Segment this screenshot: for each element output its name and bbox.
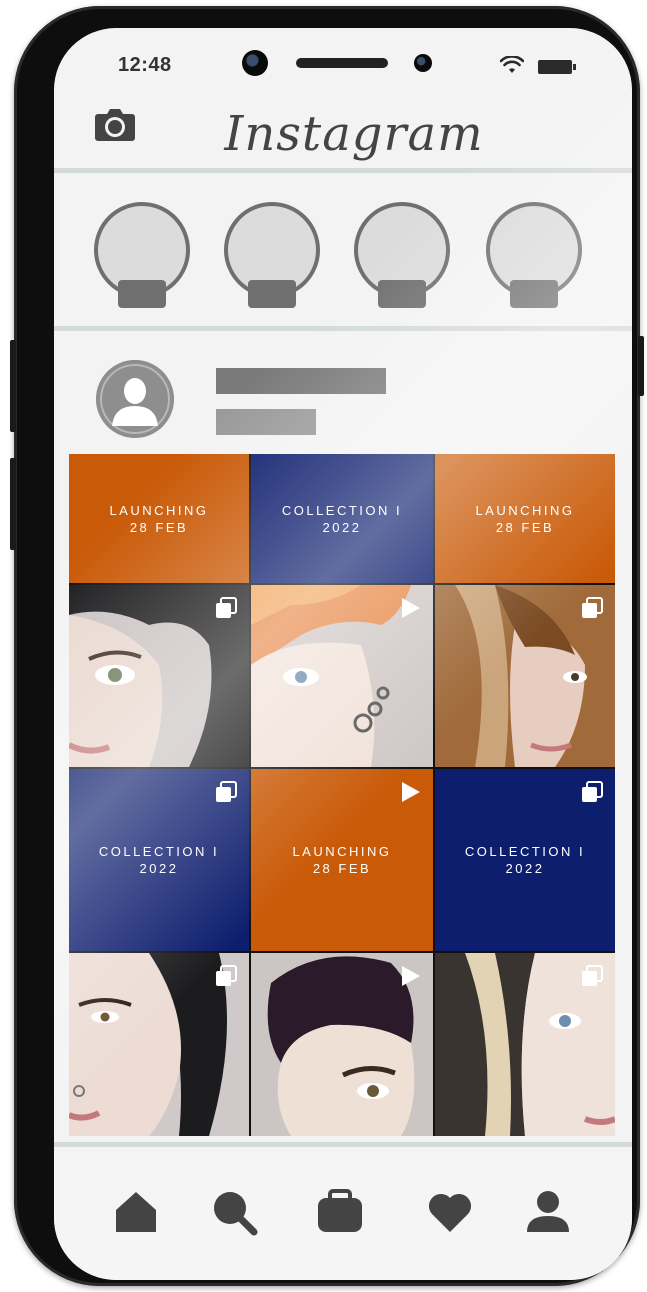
carousel-icon (216, 597, 237, 618)
bottom-nav (54, 1152, 632, 1280)
story-item[interactable] (354, 202, 450, 308)
wifi-icon (500, 56, 524, 73)
play-icon (402, 782, 420, 802)
nav-divider (54, 1142, 632, 1147)
grid-post-photo[interactable] (435, 953, 615, 1136)
play-icon (402, 598, 420, 618)
post-caption: COLLECTION I 2022 (464, 844, 586, 876)
search-icon[interactable] (210, 1188, 258, 1236)
phone-frame: 12:48 Instagram LAUNCHING 28 FEB COLLECT… (10, 6, 644, 1286)
story-label (378, 280, 426, 308)
post-caption: LAUNCHING 28 FEB (292, 844, 392, 876)
front-camera-icon (242, 50, 268, 76)
profile-name-placeholder (216, 368, 386, 394)
grid-post-photo[interactable] (251, 585, 433, 767)
battery-icon (538, 60, 576, 74)
story-item[interactable] (486, 202, 582, 308)
grid-post[interactable]: COLLECTION I 2022 (251, 454, 433, 583)
story-label (510, 280, 558, 308)
profile-icon[interactable] (524, 1188, 572, 1236)
profile-avatar[interactable] (96, 360, 174, 438)
instagram-logo: Instagram (224, 106, 484, 162)
home-icon[interactable] (112, 1188, 160, 1236)
user-silhouette-icon (96, 360, 174, 438)
post-caption: COLLECTION I 2022 (98, 844, 220, 876)
post-caption: COLLECTION I 2022 (281, 502, 403, 535)
grid-post-photo[interactable] (251, 953, 433, 1136)
stories-divider (54, 326, 632, 331)
carousel-icon (582, 965, 603, 986)
shop-icon[interactable] (316, 1188, 364, 1236)
earpiece-speaker (296, 58, 388, 68)
carousel-icon (216, 781, 237, 802)
post-caption: LAUNCHING 28 FEB (475, 502, 575, 535)
profile-handle-placeholder (216, 409, 316, 435)
header-divider (54, 168, 632, 173)
grid-post[interactable]: LAUNCHING 28 FEB (251, 769, 433, 951)
carousel-icon (582, 781, 603, 802)
grid-post-photo[interactable] (69, 953, 249, 1136)
carousel-icon (582, 597, 603, 618)
story-item[interactable] (94, 202, 190, 308)
carousel-icon (216, 965, 237, 986)
story-label (248, 280, 296, 308)
play-icon (402, 966, 420, 986)
grid-post-photo[interactable] (435, 585, 615, 767)
story-label (118, 280, 166, 308)
phone-screen: 12:48 Instagram LAUNCHING 28 FEB COLLECT… (54, 28, 632, 1280)
grid-post[interactable]: COLLECTION I 2022 (69, 769, 249, 951)
grid-post[interactable]: COLLECTION I 2022 (435, 769, 615, 951)
story-item[interactable] (224, 202, 320, 308)
camera-icon[interactable] (94, 106, 136, 142)
volume-button (10, 458, 16, 550)
grid-post[interactable]: LAUNCHING 28 FEB (435, 454, 615, 583)
status-time: 12:48 (118, 54, 172, 76)
heart-icon[interactable] (426, 1188, 474, 1236)
post-grid: LAUNCHING 28 FEB COLLECTION I 2022 LAUNCHI… (69, 454, 615, 1136)
volume-button (10, 340, 16, 432)
sensor-icon (414, 54, 432, 72)
post-caption: LAUNCHING 28 FEB (109, 502, 209, 535)
grid-post[interactable]: LAUNCHING 28 FEB (69, 454, 249, 583)
power-button (638, 336, 644, 396)
grid-post-photo[interactable] (69, 585, 249, 767)
